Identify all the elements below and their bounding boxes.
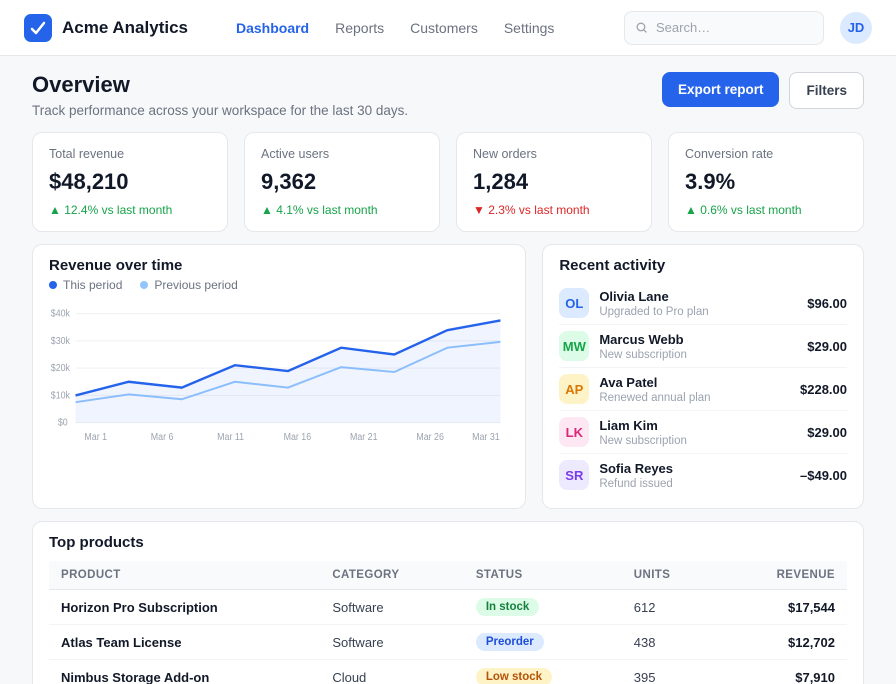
svg-text:Mar 21: Mar 21 <box>350 432 378 442</box>
svg-text:$20k: $20k <box>51 363 71 373</box>
svg-text:$40k: $40k <box>51 308 71 318</box>
svg-text:$30k: $30k <box>51 335 71 345</box>
svg-text:Mar 1: Mar 1 <box>84 432 107 442</box>
svg-text:Mar 16: Mar 16 <box>284 432 312 442</box>
svg-text:Mar 31: Mar 31 <box>472 432 500 442</box>
svg-text:$0: $0 <box>58 417 68 427</box>
svg-text:Mar 11: Mar 11 <box>217 432 244 442</box>
svg-text:Mar 6: Mar 6 <box>151 432 174 442</box>
svg-text:$10k: $10k <box>51 390 71 400</box>
svg-text:Mar 26: Mar 26 <box>416 432 444 442</box>
